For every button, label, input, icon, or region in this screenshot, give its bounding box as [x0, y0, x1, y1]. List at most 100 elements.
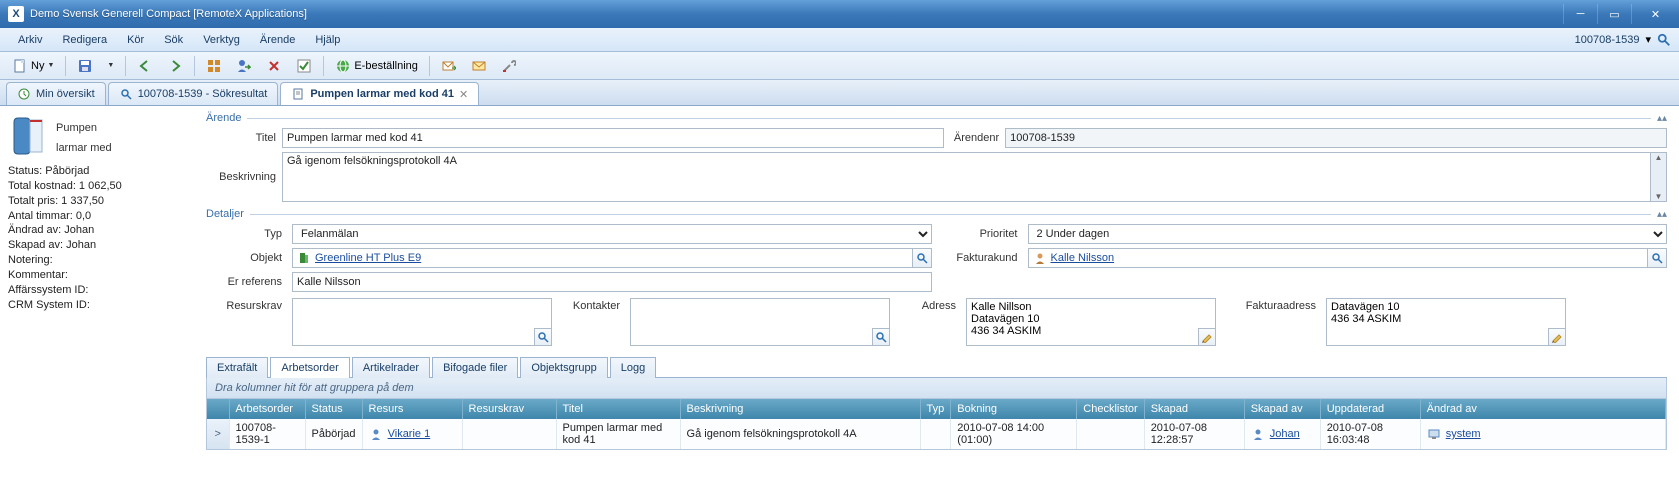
- typ-select[interactable]: Felanmälan: [292, 224, 932, 244]
- cell-skapad-av: Johan: [1244, 419, 1320, 449]
- search-icon: [119, 87, 133, 101]
- resurs-link[interactable]: Vikarie 1: [388, 428, 431, 440]
- tab-min-oversikt[interactable]: Min översikt: [6, 82, 106, 105]
- erref-label: Er referens: [206, 276, 282, 288]
- erref-input[interactable]: [292, 272, 932, 292]
- grid-header-row: Arbetsorder Status Resurs Resurskrav Tit…: [207, 399, 1666, 419]
- itab-logg[interactable]: Logg: [610, 357, 656, 378]
- grid-selector-header[interactable]: [207, 399, 229, 419]
- table-row[interactable]: > 100708-1539-1 Påbörjad Vikarie 1 Pumpe…: [207, 419, 1666, 449]
- sidebar: Pumpenlarmar med Status: Påbörjad Total …: [0, 106, 198, 504]
- objekt-field[interactable]: Greenline HT Plus E9: [292, 248, 913, 268]
- collapse-icon[interactable]: ▴▴: [1657, 113, 1667, 124]
- kontakter-search-button[interactable]: [872, 328, 890, 346]
- back-button[interactable]: [131, 55, 159, 77]
- resurskrav-search-button[interactable]: [534, 328, 552, 346]
- itab-bifogade-filer[interactable]: Bifogade filer: [432, 357, 518, 378]
- adress-edit-button[interactable]: [1198, 328, 1216, 346]
- forward-button[interactable]: [161, 55, 189, 77]
- new-button[interactable]: Ny ▼: [6, 55, 60, 77]
- objekt-link[interactable]: Greenline HT Plus E9: [315, 252, 421, 264]
- itab-extrafalt[interactable]: Extrafält: [206, 357, 268, 378]
- menu-arende[interactable]: Ärende: [250, 31, 305, 49]
- andrad-av-link[interactable]: system: [1446, 428, 1481, 440]
- menu-kor[interactable]: Kör: [117, 31, 154, 49]
- tool-btn-2[interactable]: [230, 55, 258, 77]
- save-dd-button[interactable]: ▼: [101, 59, 120, 72]
- tab-close-icon[interactable]: ✕: [459, 88, 468, 101]
- cell-beskrivning: Gå igenom felsökningsprotokoll 4A: [680, 419, 920, 449]
- ebestallning-button[interactable]: E-beställning: [329, 55, 424, 77]
- person-icon: [369, 427, 383, 441]
- col-resurskrav[interactable]: Resurskrav: [462, 399, 556, 419]
- col-skapad-av[interactable]: Skapad av: [1244, 399, 1320, 419]
- kontakter-box[interactable]: [630, 298, 890, 346]
- sidebar-total-kostnad: Total kostnad: 1 062,50: [8, 179, 190, 194]
- col-beskrivning[interactable]: Beskrivning: [680, 399, 920, 419]
- beskrivning-textarea[interactable]: Gå igenom felsökningsprotokoll 4A: [282, 152, 1651, 202]
- tool-btn-6[interactable]: [465, 55, 493, 77]
- maximize-button[interactable]: ▭: [1597, 4, 1631, 24]
- col-skapad[interactable]: Skapad: [1144, 399, 1244, 419]
- titel-input[interactable]: [282, 128, 944, 148]
- fakturaadress-label: Fakturaadress: [1226, 298, 1316, 312]
- tab-sokresultat[interactable]: 100708-1539 - Sökresultat: [108, 82, 279, 105]
- tool-btn-4[interactable]: [290, 55, 318, 77]
- col-andrad-av[interactable]: Ändrad av: [1420, 399, 1665, 419]
- menu-hjalp[interactable]: Hjälp: [305, 31, 350, 49]
- menu-redigera[interactable]: Redigera: [52, 31, 117, 49]
- prioritet-select[interactable]: 2 Under dagen: [1028, 224, 1668, 244]
- menubar-case-number: 100708-1539: [1575, 34, 1640, 46]
- fakturakund-field[interactable]: Kalle Nilsson: [1028, 248, 1649, 268]
- fakturaadress-edit-button[interactable]: [1548, 328, 1566, 346]
- sidebar-total-pris: Totalt pris: 1 337,50: [8, 194, 190, 209]
- adress-box[interactable]: Kalle Nillson Datavägen 10 436 34 ASKIM: [966, 298, 1216, 346]
- mail-icon: [471, 58, 487, 74]
- tool-btn-1[interactable]: [200, 55, 228, 77]
- close-button[interactable]: ✕: [1631, 4, 1679, 24]
- col-typ[interactable]: Typ: [920, 399, 951, 419]
- tab-arende-active[interactable]: Pumpen larmar med kod 41 ✕: [280, 82, 479, 105]
- cell-resurs: Vikarie 1: [362, 419, 462, 449]
- menubar-dropdown-icon[interactable]: ▾: [1645, 33, 1651, 46]
- col-status[interactable]: Status: [305, 399, 362, 419]
- itab-artikelrader[interactable]: Artikelrader: [352, 357, 430, 378]
- textarea-scrollbar[interactable]: ▲▼: [1651, 152, 1667, 202]
- col-uppdaterad[interactable]: Uppdaterad: [1320, 399, 1420, 419]
- menu-sok[interactable]: Sök: [154, 31, 193, 49]
- col-arbetsorder[interactable]: Arbetsorder: [229, 399, 305, 419]
- sidebar-antal-timmar: Antal timmar: 0,0: [8, 209, 190, 224]
- section-arende-label: Ärende: [206, 112, 241, 124]
- col-checklistor[interactable]: Checklistor: [1077, 399, 1144, 419]
- fakturakund-link[interactable]: Kalle Nilsson: [1051, 252, 1115, 264]
- sidebar-notering: Notering:: [8, 253, 190, 268]
- tool-btn-7[interactable]: [495, 55, 523, 77]
- save-button[interactable]: [71, 55, 99, 77]
- menu-verktyg[interactable]: Verktyg: [193, 31, 250, 49]
- fakturaadress-box[interactable]: Datavägen 10 436 34 ASKIM: [1326, 298, 1566, 346]
- system-icon: [1427, 427, 1441, 441]
- group-drop-bar[interactable]: Dra kolumner hit för att gruppera på dem: [206, 378, 1667, 399]
- fakturakund-search-button[interactable]: [1647, 248, 1667, 268]
- delete-icon: [266, 58, 282, 74]
- menu-arkiv[interactable]: Arkiv: [8, 31, 52, 49]
- prioritet-label: Prioritet: [942, 228, 1018, 240]
- globe-icon: [335, 58, 351, 74]
- menubar: Arkiv Redigera Kör Sök Verktyg Ärende Hj…: [0, 28, 1679, 52]
- tool-btn-5[interactable]: [435, 55, 463, 77]
- cell-skapad: 2010-07-08 12:28:57: [1144, 419, 1244, 449]
- col-resurs[interactable]: Resurs: [362, 399, 462, 419]
- row-expand-button[interactable]: >: [207, 419, 229, 449]
- col-titel[interactable]: Titel: [556, 399, 680, 419]
- col-bokning[interactable]: Bokning: [951, 399, 1077, 419]
- resurskrav-box[interactable]: [292, 298, 552, 346]
- itab-objektsgrupp[interactable]: Objektsgrupp: [520, 357, 607, 378]
- itab-arbetsorder[interactable]: Arbetsorder: [270, 357, 349, 378]
- collapse-icon[interactable]: ▴▴: [1657, 209, 1667, 220]
- tool-btn-3[interactable]: [260, 55, 288, 77]
- minimize-button[interactable]: ─: [1563, 4, 1597, 24]
- arendenr-input[interactable]: [1005, 128, 1667, 148]
- skapad-av-link[interactable]: Johan: [1270, 428, 1300, 440]
- menubar-search-icon[interactable]: [1657, 33, 1671, 47]
- objekt-search-button[interactable]: [912, 248, 932, 268]
